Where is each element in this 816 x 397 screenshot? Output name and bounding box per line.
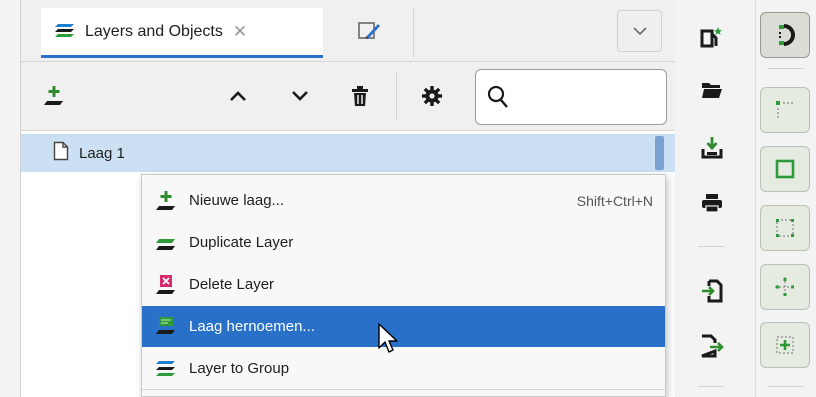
delete-layer-button[interactable]	[341, 63, 379, 129]
mouse-cursor-icon	[378, 323, 398, 353]
layer-page-icon	[53, 141, 69, 165]
command-separator	[698, 386, 724, 387]
menu-item-duplicate-layer[interactable]: Duplicate Layer	[142, 222, 665, 263]
layer-context-menu: Nieuwe laag... Shift+Ctrl+N Duplicate La…	[141, 174, 666, 397]
snap-separator	[768, 386, 804, 387]
menu-item-rename-layer[interactable]: Laag hernoemen...	[142, 306, 665, 347]
lower-layer-button[interactable]	[281, 63, 319, 129]
snap-bbox-edges-button[interactable]	[760, 146, 810, 192]
command-separator	[698, 246, 724, 247]
snap-midpoint-icon	[776, 336, 794, 354]
printer-icon	[702, 194, 722, 213]
search-icon	[486, 84, 510, 114]
import-icon	[702, 279, 723, 303]
menu-item-label: Duplicate Layer	[189, 234, 294, 251]
tab-fill-and-stroke[interactable]	[324, 8, 414, 58]
snap-center-button[interactable]	[760, 264, 810, 310]
import-document-button[interactable]	[694, 273, 730, 309]
bbox-corner-icon	[776, 101, 794, 119]
scrollbar[interactable]	[655, 136, 664, 170]
layer-name: Laag 1	[79, 144, 125, 162]
save-download-icon	[701, 137, 723, 159]
new-layer-icon	[156, 190, 175, 210]
duplicate-layer-icon	[156, 238, 175, 250]
snap-bbox-midpoints-button[interactable]	[760, 205, 810, 251]
toolbar-divider	[755, 0, 756, 397]
menu-item-label: Laag hernoemen...	[189, 318, 315, 335]
bbox-midpoints-icon	[776, 219, 794, 237]
snap-controls-bar	[760, 0, 816, 397]
export-button[interactable]	[694, 328, 730, 364]
menu-item-new-layer[interactable]: Nieuwe laag... Shift+Ctrl+N	[142, 180, 665, 221]
print-button[interactable]	[694, 185, 730, 221]
open-file-button[interactable]	[694, 72, 730, 108]
menu-item-label: Nieuwe laag...	[189, 192, 285, 209]
tab-menu-dropdown[interactable]	[617, 10, 662, 52]
snap-center-icon	[775, 277, 795, 297]
tab-bar: Layers and Objects ✕	[21, 0, 675, 62]
raise-layer-button[interactable]	[219, 63, 257, 129]
inkscape-window: Layers and Objects ✕ Laag 1 Nieuwe laag.…	[0, 0, 816, 397]
settings-button[interactable]	[413, 63, 451, 129]
close-icon[interactable]: ✕	[233, 22, 247, 42]
menu-item-delete-layer[interactable]: Delete Layer	[142, 264, 665, 305]
menu-separator	[142, 389, 665, 390]
layer-row[interactable]: Laag 1	[21, 134, 675, 172]
menu-item-shortcut: Shift+Ctrl+N	[576, 192, 653, 209]
bbox-edges-icon	[775, 159, 795, 179]
menu-item-label: Delete Layer	[189, 276, 275, 293]
snap-bbox-corners-button[interactable]	[760, 87, 810, 133]
layer-to-group-icon	[156, 360, 175, 376]
menu-item-label: Layer to Group	[189, 360, 290, 377]
chevron-down-icon	[632, 23, 648, 39]
delete-layer-icon	[156, 274, 175, 294]
snap-toggle-button[interactable]	[760, 12, 810, 58]
export-icon	[701, 334, 724, 358]
trash-icon	[352, 86, 368, 106]
import-button[interactable]	[694, 130, 730, 166]
commands-bar	[680, 0, 742, 397]
layers-icon	[55, 21, 77, 43]
menu-item-layer-to-group[interactable]: Layer to Group	[142, 348, 665, 389]
add-layer-icon	[44, 86, 63, 105]
chevron-up-icon	[230, 91, 246, 101]
gear-icon	[422, 86, 442, 106]
search-input[interactable]	[514, 80, 662, 114]
folder-open-icon	[702, 83, 722, 98]
search-box[interactable]	[475, 69, 667, 125]
snap-object-midpoint-button[interactable]	[760, 322, 810, 368]
snap-magnet-icon	[779, 24, 795, 46]
snap-separator	[768, 68, 804, 69]
chevron-down-icon	[292, 91, 308, 101]
toolbar-separator	[396, 73, 397, 119]
paint-brush-icon	[357, 20, 381, 46]
new-document-icon	[700, 27, 722, 48]
add-layer-button[interactable]	[35, 63, 73, 129]
tab-layers-and-objects[interactable]: Layers and Objects ✕	[41, 8, 323, 58]
new-document-button[interactable]	[694, 20, 730, 56]
layers-toolbar	[21, 63, 675, 129]
tab-layers-label: Layers and Objects	[85, 22, 223, 40]
rename-layer-icon	[156, 316, 175, 334]
